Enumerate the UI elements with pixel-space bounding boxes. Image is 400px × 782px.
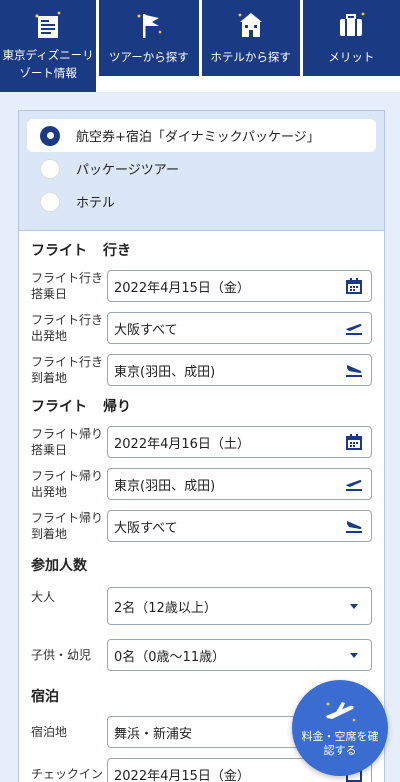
row-out-date: フライト行き搭乗日 2022年4月15日（金） [31, 265, 372, 307]
row-back-from: フライト帰り出発地 東京(羽田、成田) [31, 463, 372, 505]
tab-search-tour[interactable]: ツアーから探す [99, 0, 199, 76]
map-pin-guide-icon [28, 8, 68, 42]
tab-label: 東京ディズニーリゾート情報 [2, 48, 94, 80]
radio-label: 航空券+宿泊「ダイナミックパッケージ」 [76, 130, 320, 145]
field-label: フライト行き到着地 [31, 355, 104, 385]
back-to-field[interactable]: 大阪すべて [107, 510, 372, 542]
tab-merit[interactable]: メリット [302, 0, 400, 76]
landing-icon [345, 517, 363, 535]
field-label: フライト帰り到着地 [31, 511, 104, 541]
field-label: フライト帰り搭乗日 [31, 427, 104, 457]
top-tab-bar: 東京ディズニーリゾート情報 ツアーから探す ホテルから探す メリット [0, 0, 400, 92]
tab-search-hotel[interactable]: ホテルから探す [201, 0, 300, 76]
row-out-from: フライト行き出発地 大阪すべて [31, 307, 372, 349]
field-label: 宿泊地 [31, 725, 68, 739]
section-title-people: 参加人数 [31, 558, 87, 574]
fab-label: 料金・空席を確認する [301, 730, 379, 757]
radio-hotel[interactable]: ホテル [27, 185, 376, 218]
chevron-down-icon [350, 652, 358, 658]
adult-select[interactable]: 2名（12歳以上） [107, 587, 372, 625]
chevron-down-icon [350, 603, 358, 609]
out-to-field[interactable]: 東京(羽田、成田) [107, 354, 372, 386]
back-date-field[interactable]: 2022年4月16日（土） [107, 426, 372, 458]
field-label: チェックイン [31, 767, 104, 781]
takeoff-icon [345, 475, 363, 493]
radio-label: パッケージツアー [76, 163, 179, 178]
search-type-radio-group: 航空券+宿泊「ダイナミックパッケージ」 パッケージツアー ホテル [19, 111, 384, 231]
field-label: 子供・幼児 [31, 648, 92, 662]
radio-label: ホテル [76, 196, 116, 211]
field-label: フライト行き出発地 [31, 313, 104, 343]
landing-icon [345, 361, 363, 379]
section-title-flight-back: フライト 帰り [31, 399, 131, 415]
out-date-field[interactable]: 2022年4月15日（金） [107, 270, 372, 302]
row-child: 子供・幼児 0名（0歳〜11歳） [31, 629, 372, 681]
field-label: フライト帰り出発地 [31, 469, 104, 499]
check-price-availability-button[interactable]: 料金・空席を確認する [292, 680, 388, 776]
radio-unselected-icon [40, 191, 60, 212]
hotel-icon [231, 8, 271, 42]
row-back-date: フライト帰り搭乗日 2022年4月16日（土） [31, 421, 372, 463]
row-back-to: フライト帰り到着地 大阪すべて [31, 505, 372, 547]
radio-selected-icon [40, 125, 60, 146]
field-label: フライト行き搭乗日 [31, 271, 104, 301]
child-select[interactable]: 0名（0歳〜11歳） [107, 639, 372, 671]
radio-package-tour[interactable]: パッケージツアー [27, 152, 376, 185]
suitcase-icon [331, 8, 371, 42]
out-from-field[interactable]: 大阪すべて [107, 312, 372, 344]
tab-label: メリット [328, 50, 375, 64]
row-adult: 大人 2名（12歳以上） [31, 583, 372, 629]
tab-label: ホテルから探す [210, 50, 291, 64]
tab-tokyo-disney-info[interactable]: 東京ディズニーリゾート情報 [0, 0, 97, 92]
back-from-field[interactable]: 東京(羽田、成田) [107, 468, 372, 500]
calendar-icon [345, 277, 363, 295]
tab-label: ツアーから探す [108, 50, 189, 64]
radio-dynamic-package[interactable]: 航空券+宿泊「ダイナミックパッケージ」 [27, 119, 376, 152]
radio-unselected-icon [40, 158, 60, 179]
airplane-icon [320, 698, 360, 728]
takeoff-icon [345, 319, 363, 337]
section-title-flight-out: フライト 行き [31, 243, 131, 259]
row-out-to: フライト行き到着地 東京(羽田、成田) [31, 349, 372, 391]
field-label: 大人 [31, 590, 56, 604]
calendar-icon [345, 433, 363, 451]
flag-icon [129, 8, 169, 42]
